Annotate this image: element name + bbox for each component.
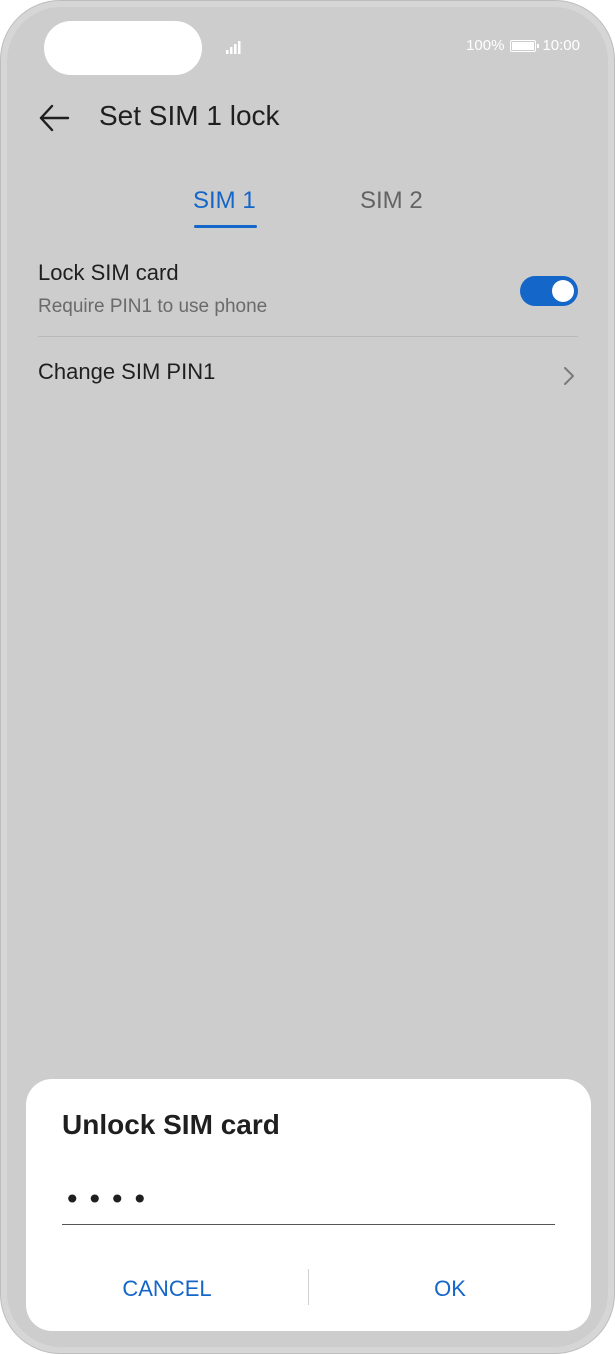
- tab-sim-1[interactable]: SIM 1: [193, 187, 256, 215]
- dialog-title: Unlock SIM card: [62, 1109, 280, 1140]
- unlock-sim-dialog: Unlock SIM card CANCEL OK: [26, 1079, 591, 1331]
- toggle-knob: [552, 280, 574, 302]
- pin-input[interactable]: [62, 1175, 555, 1225]
- lock-sim-title: Lock SIM card: [38, 260, 179, 285]
- page-title: Set SIM 1 lock: [99, 100, 280, 131]
- camera-cutout: [44, 21, 202, 75]
- cancel-button[interactable]: CANCEL: [26, 1271, 308, 1307]
- ok-button[interactable]: OK: [309, 1271, 591, 1307]
- change-sim-pin-row[interactable]: Change SIM PIN1: [38, 359, 578, 399]
- lock-sim-subtitle: Require PIN1 to use phone: [38, 296, 268, 317]
- tab-indicator: [194, 225, 257, 228]
- battery-percent: 100%: [466, 37, 505, 54]
- screen: 100% 10:00 Set SIM 1 lock SIM 1 SIM 2 Lo…: [7, 7, 608, 1347]
- lock-sim-toggle[interactable]: [520, 276, 578, 306]
- status-right: 100% 10:00: [466, 37, 580, 54]
- clock: 10:00: [542, 37, 580, 54]
- tab-sim-2[interactable]: SIM 2: [360, 187, 423, 215]
- lock-sim-row: Lock SIM card Require PIN1 to use phone: [38, 260, 578, 336]
- signal-icon: [226, 41, 241, 54]
- sim-tabs: SIM 1 SIM 2: [7, 187, 608, 237]
- divider: [38, 336, 578, 337]
- chevron-right-icon: [564, 367, 574, 385]
- change-sim-pin-title: Change SIM PIN1: [38, 359, 216, 384]
- arrow-left-icon[interactable]: [37, 101, 71, 135]
- battery-icon: [510, 39, 540, 52]
- phone-frame: 100% 10:00 Set SIM 1 lock SIM 1 SIM 2 Lo…: [0, 0, 615, 1354]
